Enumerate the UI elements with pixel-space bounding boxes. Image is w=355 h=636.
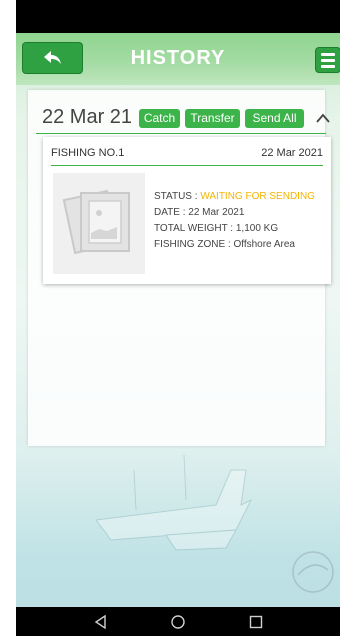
total-weight-line: TOTAL WEIGHT : 1,100 KG (154, 223, 279, 234)
chevron-up-icon[interactable] (316, 112, 330, 126)
send-all-button[interactable]: Send All (245, 109, 304, 128)
menu-button[interactable] (315, 47, 340, 73)
record-date: 22 Mar 2021 (261, 147, 323, 159)
page-title: HISTORY (130, 47, 226, 69)
history-group-header: 22 Mar 21 Catch Transfer Send All (40, 104, 330, 132)
app-header: HISTORY (16, 33, 340, 85)
group-divider (36, 133, 326, 134)
status-bar (16, 0, 340, 33)
group-date: 22 Mar 21 (42, 106, 133, 128)
status-label: STATUS : (154, 191, 201, 202)
transfer-button[interactable]: Transfer (185, 109, 240, 128)
date-line: DATE : 22 Mar 2021 (154, 207, 245, 218)
system-navigation-bar (16, 607, 340, 636)
nav-recents-square-icon[interactable] (248, 614, 264, 630)
status-line: STATUS : WAITING FOR SENDING (154, 189, 326, 205)
fishing-record-card[interactable]: FISHING NO.1 22 Mar 2021 STATUS : WAITIN… (43, 137, 331, 284)
record-details: STATUS : WAITING FOR SENDING DATE : 22 M… (154, 189, 326, 253)
image-placeholder-icon (62, 189, 130, 255)
hamburger-menu-icon (321, 52, 335, 56)
nav-back-triangle-icon[interactable] (93, 614, 109, 630)
status-value: WAITING FOR SENDING (200, 191, 315, 202)
record-thumbnail (53, 173, 145, 274)
nav-home-circle-icon[interactable] (170, 614, 186, 630)
record-name: FISHING NO.1 (51, 147, 125, 159)
card-divider (51, 165, 323, 166)
fishing-zone-line: FISHING ZONE : Offshore Area (154, 239, 295, 250)
catch-button[interactable]: Catch (139, 109, 180, 128)
app-screen: HISTORY 22 Mar 21 Catch Transfer Send Al… (16, 0, 340, 636)
